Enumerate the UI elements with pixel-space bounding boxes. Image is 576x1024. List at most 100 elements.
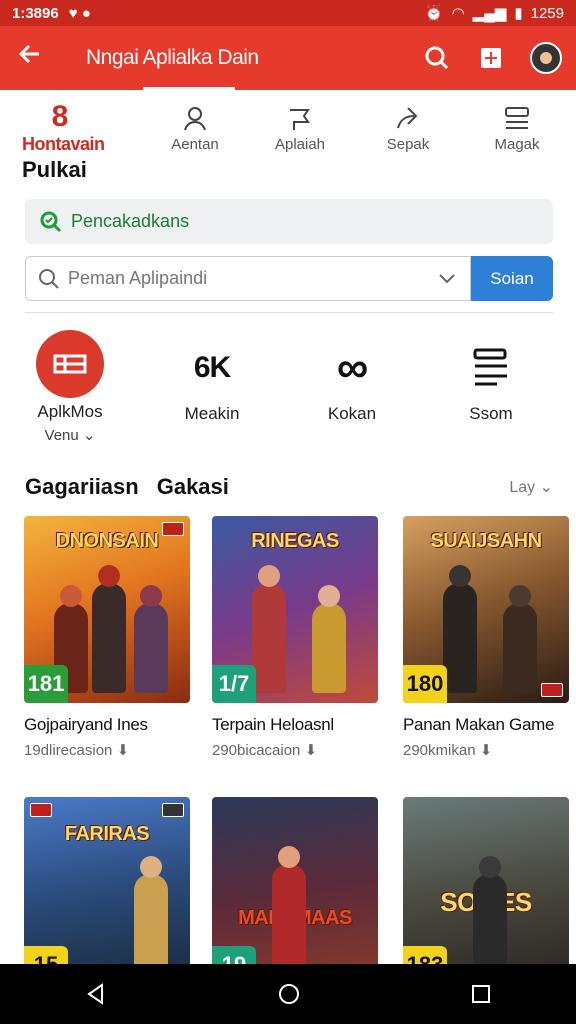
download-icon: ⬇ (479, 742, 493, 759)
alarm-icon: ⏰ (424, 5, 444, 22)
game-thumbnail[interactable]: SUAIJSAHN 180 (403, 516, 569, 703)
top-nav: 8 Hontavain Pulkai Aentan Aplaiah Sepak … (0, 96, 576, 190)
calendar-icon (481, 48, 501, 68)
nav-item-aentan[interactable]: Aentan (150, 104, 240, 153)
chevron-down-icon: ⌄ (539, 479, 553, 496)
section-title: Gagariiasn (25, 474, 139, 499)
brand-logo: 8 (51, 100, 69, 133)
art-title: RINEGAS (251, 530, 339, 552)
chevron-down-icon: ⌄ (82, 427, 96, 444)
stat-label: AplkMos (37, 402, 103, 421)
nav-item-magak[interactable]: Magak (472, 104, 562, 153)
stat-value: ∞ (336, 343, 368, 392)
meta-text: 19dlirecasion (24, 742, 113, 759)
nav-label: Sepak (386, 136, 430, 153)
recents-square-icon[interactable] (470, 983, 492, 1005)
search-placeholder: Peman Aplipaindi (68, 268, 208, 288)
stat-label: Kokan (327, 404, 377, 423)
stat-meakin[interactable]: 6K Meakin (152, 330, 272, 424)
game-thumbnail[interactable]: DNONSAIN 181 (24, 516, 190, 703)
game-card[interactable]: FARIRAS 15 (24, 797, 190, 984)
title-underline (143, 87, 235, 90)
game-name: Panan Makan Game (403, 715, 555, 734)
battery-level: 1259 (530, 4, 564, 22)
game-name: Gojpairyand Ines (24, 715, 148, 734)
stat-sub[interactable]: Venu ⌄ (10, 426, 130, 444)
flag-icon (30, 803, 52, 817)
section-title-2: Gakasi (156, 474, 229, 499)
search-row: Peman Aplipaindi Soian (25, 256, 553, 301)
search-input[interactable]: Peman Aplipaindi (25, 256, 471, 301)
search-check-icon (40, 211, 62, 232)
rating-badge: 1/7 (212, 665, 256, 703)
rating-badge: 181 (24, 665, 68, 703)
stats-row: AplkMos Venu ⌄ 6K Meakin ∞ Kokan Ssom (0, 330, 576, 450)
game-meta: 290kmikan ⬇ (403, 741, 569, 759)
signal-icon: ▂▄▆ (472, 5, 507, 22)
nav-label: Aentan (171, 136, 219, 153)
calendar-button[interactable] (476, 43, 506, 73)
download-icon: ⬇ (304, 742, 318, 759)
nav-label: Aplaiah (274, 136, 326, 153)
stat-apps[interactable]: AplkMos Venu ⌄ (10, 330, 130, 444)
game-card[interactable]: SUAIJSAHN 180 Panan Makan Game 290kmikan… (403, 516, 569, 759)
list-icon (431, 330, 551, 400)
meta-text: 290kmikan (403, 742, 476, 759)
search-icon (39, 268, 59, 289)
back-button[interactable] (0, 41, 60, 75)
brand-name: Hontavain (22, 134, 105, 154)
brand-sub: Pulkai (22, 157, 87, 182)
stat-kokan[interactable]: ∞ Kokan (292, 330, 412, 424)
game-card[interactable]: MANSMAAS 19 (212, 797, 378, 984)
game-name: Terpain Heloasnl (212, 715, 334, 734)
section-header: Gagariiasn Gakasi Lay ⌄ (25, 472, 553, 502)
avatar[interactable] (530, 42, 562, 74)
flag-icon (290, 109, 310, 130)
game-card[interactable]: SOMES 183 (403, 797, 569, 984)
stat-sub-text: Venu (44, 427, 79, 444)
home-circle-icon[interactable] (277, 982, 301, 1006)
system-nav-bar (0, 964, 576, 1024)
flag-icon (162, 522, 184, 536)
stat-ssom[interactable]: Ssom (431, 330, 551, 424)
notification-icon: ♥ ● (68, 4, 91, 22)
game-thumbnail[interactable]: MANSMAAS 19 (212, 797, 378, 984)
promo-banner[interactable]: Pencakadkans (25, 199, 553, 244)
game-thumbnail[interactable]: SOMES 183 (403, 797, 569, 984)
stat-label: Ssom (469, 404, 513, 423)
search-icon (425, 46, 449, 70)
battery-icon: ▮ (514, 5, 523, 22)
status-time: 1:3896 (12, 4, 59, 22)
download-icon: ⬇ (116, 742, 130, 759)
app-bar: Nngai Aplialka Dain (0, 26, 576, 90)
game-thumbnail[interactable]: FARIRAS 15 (24, 797, 190, 984)
divider (25, 312, 553, 313)
art-title: FARIRAS (64, 823, 150, 845)
sort-dropdown[interactable]: Lay ⌄ (509, 477, 553, 497)
back-triangle-icon[interactable] (84, 982, 108, 1006)
game-card[interactable]: DNONSAIN 181 Gojpairyand Ines 19dlirecas… (24, 516, 190, 759)
nav-label: Magak (494, 136, 540, 153)
game-thumbnail[interactable]: RINEGAS 1/7 (212, 516, 378, 703)
app-title: Nngai Aplialka Dain (86, 46, 259, 69)
game-card[interactable]: RINEGAS 1/7 Terpain Heloasnl 290bicacaio… (212, 516, 378, 759)
apps-badge (36, 330, 104, 398)
menu-icon (505, 107, 529, 129)
search-submit-button[interactable]: Soian (471, 256, 553, 301)
game-meta: 290bicacaion ⬇ (212, 741, 378, 759)
status-bar: 1:3896 ♥ ● ⏰ ◠ ▂▄▆ ▮ 1259 (0, 0, 576, 26)
user-icon (184, 107, 206, 131)
grid-icon (53, 354, 87, 374)
share-icon (397, 107, 418, 129)
art-title: SUAIJSAHN (430, 530, 542, 552)
game-meta: 19dlirecasion ⬇ (24, 741, 190, 759)
arrow-left-icon (18, 44, 39, 64)
chevron-down-icon[interactable] (438, 273, 456, 285)
nav-item-sepak[interactable]: Sepak (363, 104, 453, 153)
nav-item-aplaiah[interactable]: Aplaiah (255, 104, 345, 153)
flag-icon (162, 803, 184, 817)
wifi-icon: ◠ (451, 5, 465, 22)
stat-label: Meakin (184, 404, 240, 423)
search-button[interactable] (422, 43, 452, 73)
banner-text: Pencakadkans (71, 211, 190, 231)
